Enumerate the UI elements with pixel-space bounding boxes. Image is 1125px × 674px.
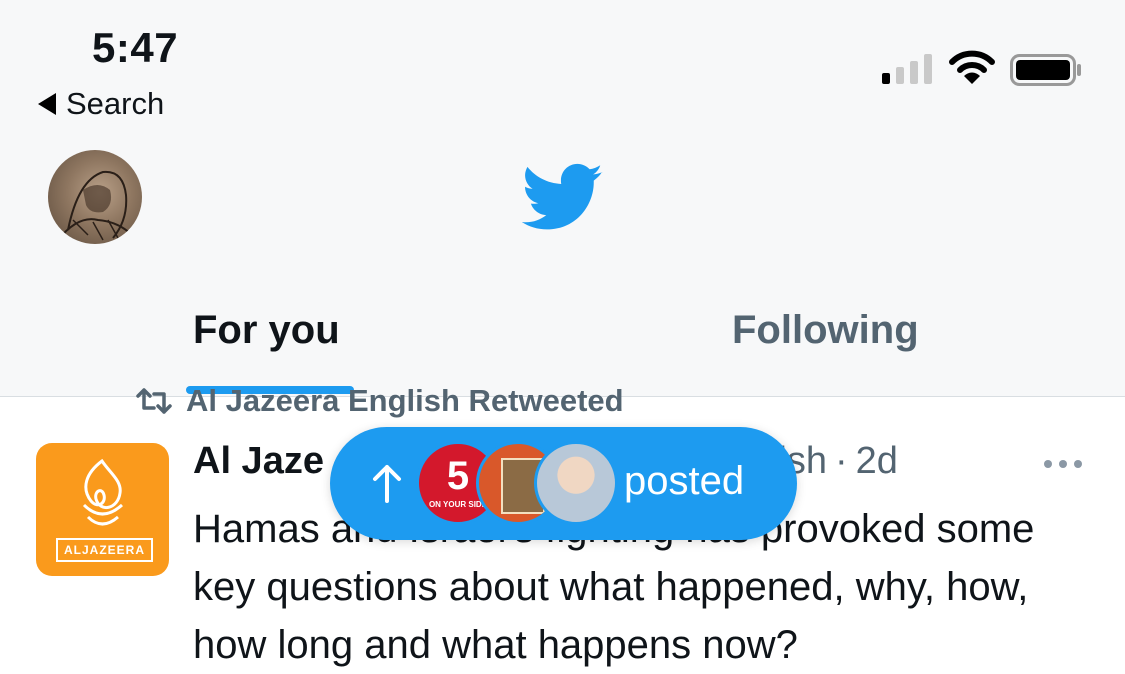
retweet-icon — [136, 388, 172, 414]
tweet-author-avatar[interactable]: ALJAZEERA — [36, 443, 169, 576]
retweet-context[interactable]: Al Jazeera English Retweeted — [134, 380, 624, 422]
header-area: 5:47 Search For you Following — [0, 0, 1125, 396]
battery-icon — [1010, 54, 1081, 86]
back-to-search-button[interactable]: Search — [38, 86, 164, 122]
arrow-up-icon — [373, 465, 401, 503]
tab-for-you[interactable]: For you — [193, 308, 340, 353]
wifi-icon — [949, 50, 995, 84]
twitter-bird-logo-icon — [522, 163, 603, 230]
back-label: Search — [66, 86, 165, 121]
retweet-label: Al Jazeera English Retweeted — [186, 383, 624, 418]
man-portrait-avatar — [534, 441, 618, 525]
status-time: 5:47 — [92, 24, 179, 71]
new-posts-label: posted — [624, 459, 745, 503]
new-posts-pill-button[interactable]: 5 ON YOUR SIDE posted — [330, 427, 797, 540]
profile-avatar[interactable] — [48, 150, 142, 244]
back-arrow-icon — [38, 93, 56, 115]
tweet-separator: · — [835, 440, 848, 482]
tab-following[interactable]: Following — [732, 308, 919, 353]
tweet-author-name[interactable]: Al Jaze — [193, 440, 324, 483]
tweet-timestamp[interactable]: 2d — [856, 440, 898, 483]
more-options-icon[interactable] — [1040, 452, 1086, 476]
sketch-portrait-icon — [57, 170, 139, 243]
aljazeera-logo-text: ALJAZEERA — [56, 538, 153, 562]
cellular-signal-icon — [882, 54, 932, 84]
